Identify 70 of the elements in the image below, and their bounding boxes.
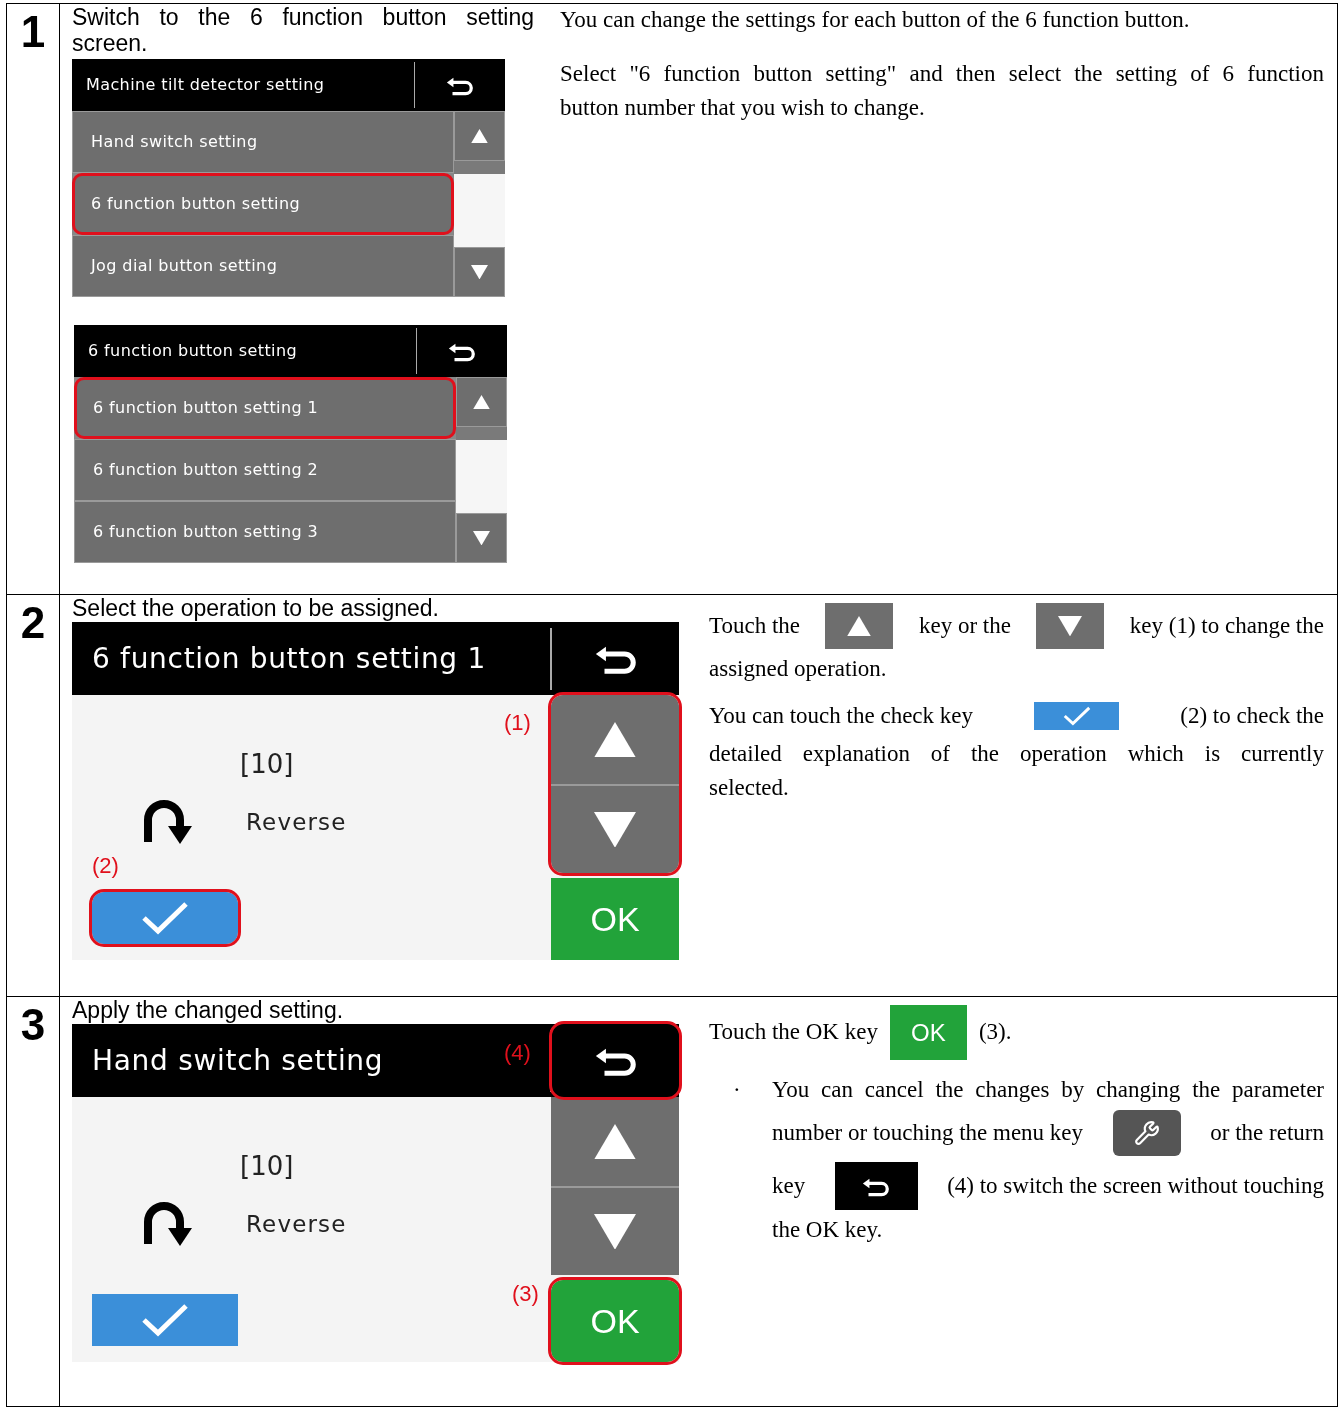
down-triangle-icon <box>1058 615 1083 637</box>
note-text: Select "6 function button setting" and then select the setting of 6 function <box>560 60 1324 88</box>
scroll-up-button[interactable] <box>456 377 507 427</box>
operation-number: [10] <box>240 1150 295 1183</box>
callout-label: (3) <box>512 1280 539 1308</box>
return-key[interactable] <box>552 1024 679 1097</box>
checkmark-icon <box>141 901 189 935</box>
step-instruction: Apply the changed setting. <box>72 997 345 1023</box>
screen-title: 6 function button setting <box>88 340 298 362</box>
tools-icon <box>1133 1120 1160 1146</box>
checkmark-icon <box>141 1303 189 1337</box>
note-text: key <box>772 1171 806 1200</box>
scroll-up-button[interactable] <box>454 111 505 161</box>
down-triangle-icon <box>594 811 636 848</box>
menu-item[interactable]: 6 function button setting 1 <box>74 377 456 439</box>
scroll-down-button[interactable] <box>456 513 507 563</box>
ok-key[interactable]: OK <box>551 1280 679 1362</box>
menu-item[interactable]: Jog dial button setting <box>72 235 454 297</box>
note-text: button number that you wish to change. <box>560 94 926 122</box>
scrollbar-thumb[interactable] <box>456 427 507 440</box>
step-number: 2 <box>20 601 46 649</box>
up-triangle-icon <box>471 128 488 144</box>
note-text: You can change the settings for each button of the 6 function button. <box>560 6 1191 34</box>
note-text: (2) to check the <box>1180 702 1324 730</box>
menu-item[interactable]: 6 function button setting <box>72 173 454 235</box>
screen-title: Hand switch setting <box>92 1042 384 1079</box>
note-text: (4) to switch the screen without touching <box>947 1171 1324 1200</box>
scroll-down-button[interactable] <box>454 247 505 297</box>
checkmark-icon <box>1062 706 1091 727</box>
down-triangle-icon <box>473 530 490 546</box>
note-text: Touch the <box>709 611 800 640</box>
note-text: the OK key. <box>772 1216 884 1244</box>
menu-item[interactable]: 6 function button setting 2 <box>74 439 456 501</box>
note-text: (3). <box>978 1018 1012 1047</box>
note-text: detailed explanation of the operation which is currently <box>709 739 1324 768</box>
note-text: number or touching the menu key <box>772 1118 1084 1147</box>
note-text: key (1) to change the <box>1129 611 1324 640</box>
operation-name: Reverse <box>246 807 347 837</box>
step-instruction: Switch to the 6 function button setting screen. <box>72 4 534 56</box>
screen-title: 6 function button setting 1 <box>92 640 486 677</box>
check-key[interactable] <box>92 892 238 944</box>
note-text: or the return <box>1210 1118 1324 1147</box>
menu-item[interactable]: 6 function button setting 3 <box>74 501 456 563</box>
bullet: · <box>732 1076 742 1104</box>
step-number: 3 <box>20 1003 46 1051</box>
step-number: 1 <box>20 10 46 58</box>
operation-number: [10] <box>240 748 295 781</box>
down-triangle-icon <box>594 1213 636 1250</box>
ok-key: OK <box>889 1005 967 1060</box>
up-triangle-icon <box>594 721 636 758</box>
note-text: You can touch the check key <box>709 702 973 730</box>
up-triangle-icon <box>847 615 872 637</box>
note-text: You can cancel the changes by changing the parameter <box>772 1076 1324 1104</box>
note-text: key or the <box>918 611 1011 640</box>
check-key[interactable] <box>92 1294 238 1346</box>
screen-title: Machine tilt detector setting <box>86 74 325 96</box>
ok-key[interactable]: OK <box>551 878 679 960</box>
menu-item[interactable]: Hand switch setting <box>72 111 454 173</box>
up-triangle-icon <box>473 394 490 410</box>
down-triangle-icon <box>471 264 488 280</box>
callout-label: (1) <box>504 709 531 737</box>
callout-label: (2) <box>92 852 119 880</box>
scrollbar-thumb[interactable] <box>454 161 505 174</box>
callout-label: (4) <box>504 1039 531 1067</box>
note-text: selected. <box>709 773 790 802</box>
up-triangle-icon <box>594 1123 636 1160</box>
note-text: assigned operation. <box>709 655 888 683</box>
step-instruction: Select the operation to be assigned. <box>72 595 440 621</box>
operation-name: Reverse <box>246 1209 347 1239</box>
note-text: Touch the OK key <box>709 1018 878 1047</box>
